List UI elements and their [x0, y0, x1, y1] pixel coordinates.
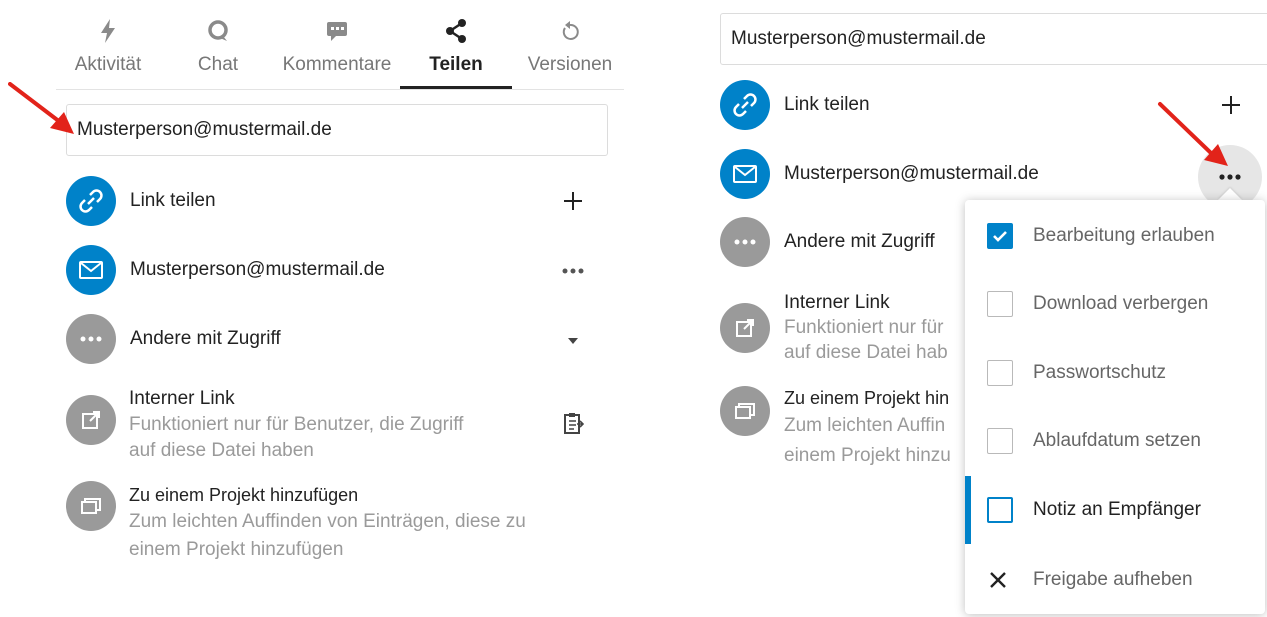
checkbox-checked-icon[interactable]	[987, 223, 1013, 249]
more-icon	[66, 314, 116, 364]
add-to-project-description: einem Projekt hinzufügen	[129, 539, 344, 560]
share-link-row[interactable]: Link teilen	[720, 80, 870, 130]
add-to-project-description: Zum leichten Auffinden von Einträgen, di…	[129, 511, 526, 532]
share-link-label: Link teilen	[784, 94, 870, 115]
external-link-icon	[66, 395, 116, 445]
copy-internal-link-button[interactable]	[558, 408, 588, 438]
expand-button[interactable]	[558, 326, 588, 356]
external-link-icon	[720, 303, 770, 353]
more-icon	[720, 217, 770, 267]
plus-icon	[564, 192, 582, 210]
close-icon	[989, 571, 1007, 589]
projects-icon	[66, 481, 116, 531]
annotation-arrow-icon	[1158, 102, 1228, 166]
add-to-project-text: Zu einem Projekt hinzufügen Zum leichten…	[129, 482, 526, 564]
email-share-row: Musterperson@mustermail.de	[66, 245, 385, 295]
menu-item-label: Passwortschutz	[1033, 362, 1167, 383]
menu-item-label: Ablaufdatum setzen	[1033, 430, 1201, 451]
tab-label: Aktivität	[74, 54, 142, 75]
tab-comments[interactable]: Kommentare	[272, 12, 402, 89]
add-to-project-title: Zu einem Projekt hin	[784, 388, 950, 408]
email-share-row: Musterperson@mustermail.de	[720, 149, 1039, 199]
add-to-project-row[interactable]	[66, 481, 116, 531]
share-link-label: Link teilen	[130, 190, 216, 211]
checkbox-icon[interactable]	[987, 428, 1013, 454]
chat-bubble-icon	[172, 18, 264, 48]
tab-share[interactable]: Teilen	[400, 12, 512, 89]
internal-link-title: Interner Link	[784, 292, 890, 313]
tab-versions[interactable]: Versionen	[516, 12, 624, 89]
menu-item-label: Bearbeitung erlauben	[1033, 225, 1215, 246]
more-icon	[1219, 174, 1241, 180]
share-with-input[interactable]	[720, 13, 1267, 65]
tab-label: Chat	[197, 54, 239, 75]
projects-icon	[720, 386, 770, 436]
share-link-row[interactable]: Link teilen	[66, 176, 216, 226]
panel-divider	[688, 0, 706, 617]
mail-icon	[66, 245, 116, 295]
email-share-label: Musterperson@mustermail.de	[130, 259, 385, 280]
caret-down-icon	[568, 338, 578, 344]
tab-label: Versionen	[527, 54, 613, 75]
others-with-access-label: Andere mit Zugriff	[130, 328, 281, 349]
popover-arrow	[1218, 188, 1242, 200]
add-to-project-description: einem Projekt hinzu	[784, 445, 951, 466]
internal-link-description: auf diese Datei hab	[784, 342, 948, 363]
menu-item-label: Freigabe aufheben	[1033, 569, 1193, 590]
tab-chat[interactable]: Chat	[172, 12, 264, 89]
menu-item-set-expiration[interactable]: Ablaufdatum setzen	[965, 407, 1265, 475]
internal-link-text: Interner Link Funktioniert nur für Benut…	[129, 386, 463, 464]
add-to-project-text: Zu einem Projekt hin Zum leichten Auffin…	[784, 385, 951, 471]
clipboard-icon	[564, 413, 584, 434]
share-menu-button[interactable]	[558, 256, 588, 286]
menu-item-unshare[interactable]: Freigabe aufheben	[965, 546, 1265, 614]
tab-label: Kommentare	[282, 54, 392, 75]
link-icon	[66, 176, 116, 226]
others-with-access-label: Andere mit Zugriff	[784, 231, 935, 252]
annotation-arrow-icon	[8, 82, 74, 134]
internal-link-text: Interner Link Funktioniert nur für auf d…	[784, 290, 948, 365]
mail-icon	[720, 149, 770, 199]
checkbox-icon[interactable]	[987, 291, 1013, 317]
others-with-access-row[interactable]: Andere mit Zugriff	[720, 217, 935, 267]
share-with-input[interactable]	[66, 104, 608, 156]
internal-link-description: auf diese Datei haben	[129, 440, 314, 461]
menu-item-label: Notiz an Empfänger	[1033, 499, 1201, 520]
internal-link-row	[720, 303, 770, 353]
internal-link-title: Interner Link	[129, 388, 235, 409]
checkbox-icon[interactable]	[987, 360, 1013, 386]
tab-label: Teilen	[429, 54, 483, 75]
left-sharing-panel: Aktivität Chat Kommentare Teilen Version…	[0, 0, 640, 617]
internal-link-description: Funktioniert nur für	[784, 317, 944, 338]
add-to-project-title: Zu einem Projekt hinzufügen	[129, 485, 359, 505]
share-icon	[400, 18, 512, 48]
menu-item-allow-editing[interactable]: Bearbeitung erlauben	[965, 202, 1265, 270]
add-link-button[interactable]	[558, 186, 588, 216]
tab-activity[interactable]: Aktivität	[56, 12, 160, 89]
more-icon	[562, 268, 584, 274]
others-with-access-row[interactable]: Andere mit Zugriff	[66, 314, 281, 364]
internal-link-description: Funktioniert nur für Benutzer, die Zugri…	[129, 414, 464, 435]
add-to-project-row[interactable]	[720, 386, 770, 436]
sidebar-tabs: Aktivität Chat Kommentare Teilen Version…	[56, 12, 624, 90]
link-icon	[720, 80, 770, 130]
lightning-icon	[56, 18, 160, 48]
menu-item-password-protect[interactable]: Passwortschutz	[965, 339, 1265, 407]
share-options-menu: Bearbeitung erlauben Download verbergen …	[965, 200, 1265, 614]
add-to-project-description: Zum leichten Auffin	[784, 415, 946, 436]
comment-icon	[272, 18, 402, 48]
history-icon	[516, 18, 624, 48]
internal-link-row	[66, 395, 116, 445]
checkbox-icon[interactable]	[987, 497, 1013, 523]
email-share-label: Musterperson@mustermail.de	[784, 163, 1039, 184]
menu-item-note-to-recipient[interactable]: Notiz an Empfänger	[965, 476, 1265, 544]
menu-item-label: Download verbergen	[1033, 293, 1209, 314]
menu-item-hide-download[interactable]: Download verbergen	[965, 270, 1265, 338]
